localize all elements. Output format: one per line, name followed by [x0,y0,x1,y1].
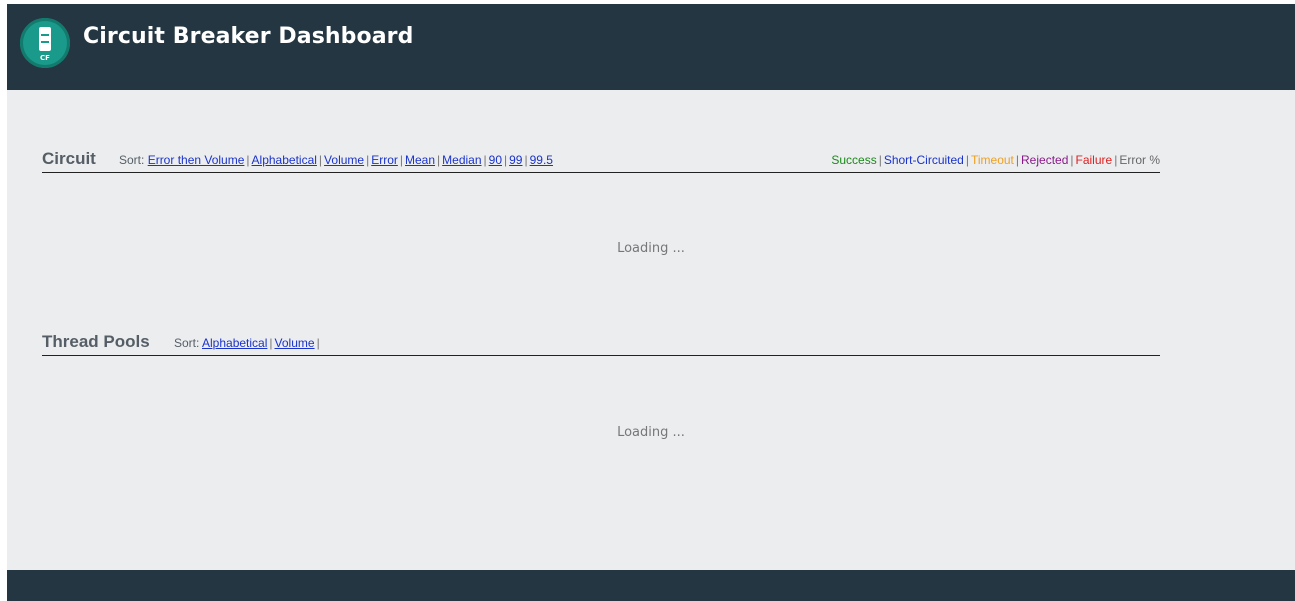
legend-rejected: Rejected [1021,153,1069,167]
separator: | [437,153,441,167]
separator: | [246,153,250,167]
separator: | [399,153,403,167]
circuit-loading-text: Loading ... [617,241,685,256]
legend-short-circuited: Short-Circuited [883,153,964,167]
circuit-title: Circuit [42,149,96,168]
app-logo: CF [20,18,70,68]
separator: | [1015,153,1020,167]
app-header: CF Circuit Breaker Dashboard [7,4,1295,90]
legend-success: Success [831,153,877,167]
sort-label: Sort: [119,153,145,167]
app-title: Circuit Breaker Dashboard [83,24,414,49]
app-footer [7,570,1295,601]
circuit-legend: Success | Short-Circuited | Timeout | Rejected… [831,153,1160,167]
logo-text: CF [40,54,50,62]
separator: | [366,153,370,167]
thread-pools-section-header: Thread Pools Sort: Alphabetical | Volume | [42,332,1160,356]
separator: | [316,336,320,350]
sort-error-then-volume-link[interactable]: Error then Volume [148,153,245,167]
thread-pools-title: Thread Pools [42,332,150,351]
sort-alphabetical-link[interactable]: Alphabetical [252,153,317,167]
separator: | [1114,153,1118,167]
legend-error-percent: Error % [1119,153,1160,167]
legend-failure: Failure [1075,153,1113,167]
sort-median-link[interactable]: Median [442,153,481,167]
pool-sort-volume-link[interactable]: Volume [275,336,315,350]
sort-99-5-link[interactable]: 99.5 [530,153,553,167]
legend-timeout: Timeout [970,153,1014,167]
separator: | [269,336,273,350]
separator: | [483,153,487,167]
sort-mean-link[interactable]: Mean [405,153,435,167]
thread-pools-loading-text: Loading ... [617,425,685,440]
thread-pools-sort-bar: Sort: Alphabetical | Volume | [174,336,322,350]
circuit-breaker-icon [39,27,51,51]
separator: | [965,153,969,167]
separator: | [878,153,882,167]
sort-99-link[interactable]: 99 [509,153,522,167]
separator: | [524,153,528,167]
pool-sort-alphabetical-link[interactable]: Alphabetical [202,336,267,350]
sort-volume-link[interactable]: Volume [324,153,364,167]
sort-90-link[interactable]: 90 [489,153,502,167]
circuit-section-header: Circuit Sort: Error then Volume | Alphabet… [42,149,1160,173]
separator: | [504,153,508,167]
separator: | [1070,153,1074,167]
dashboard-frame: CF Circuit Breaker Dashboard Circuit Sor… [7,4,1295,601]
sort-error-link[interactable]: Error [371,153,398,167]
sort-label: Sort: [174,336,200,350]
separator: | [318,153,323,167]
circuit-sort-bar: Sort: Error then Volume | Alphabetical | Vol… [119,153,553,167]
